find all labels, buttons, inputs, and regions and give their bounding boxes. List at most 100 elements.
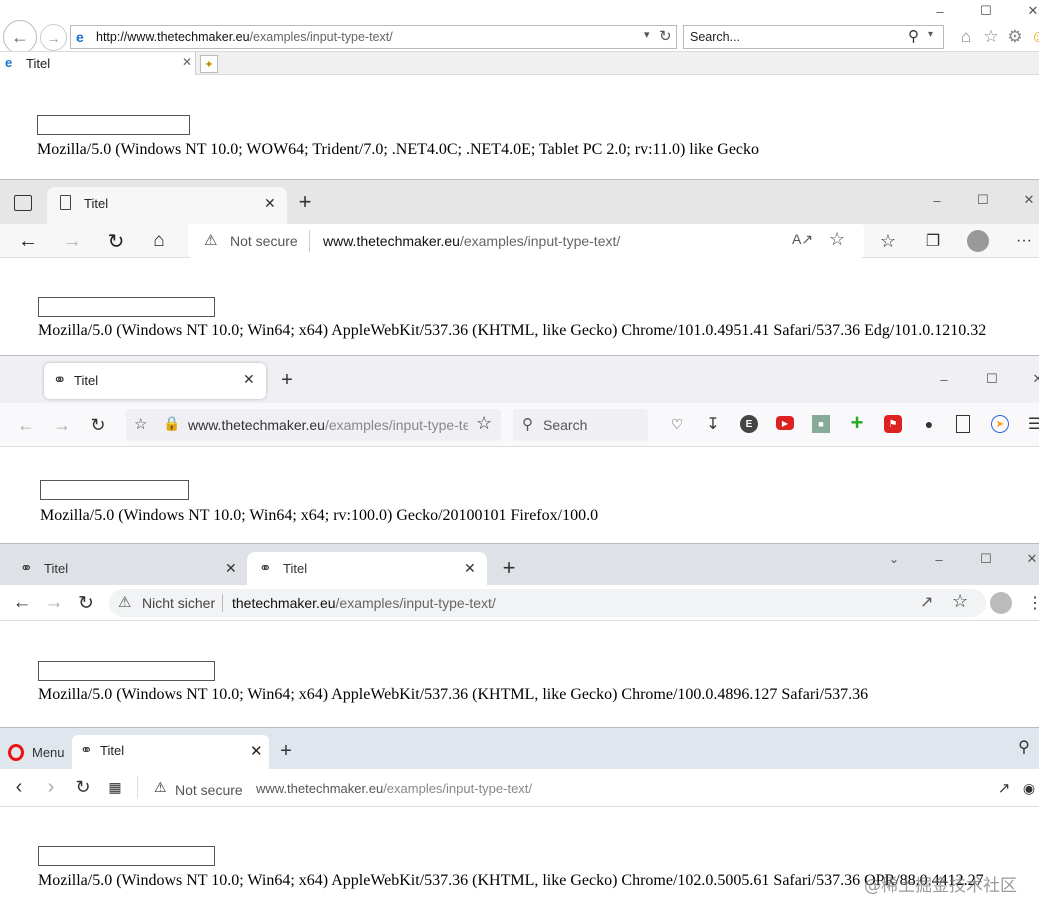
- profile-avatar-icon[interactable]: [967, 230, 989, 252]
- search-dropdown-icon[interactable]: ▾: [928, 29, 933, 40]
- more-menu-icon[interactable]: ···: [1012, 229, 1036, 253]
- bookmark-star-icon[interactable]: ☆: [476, 413, 492, 434]
- new-tab-icon[interactable]: ✦: [200, 55, 218, 73]
- text-input[interactable]: [38, 846, 215, 866]
- text-input[interactable]: [40, 480, 189, 500]
- close-icon[interactable]: ✕: [1028, 369, 1039, 389]
- close-icon[interactable]: ✕: [1023, 3, 1039, 19]
- share-icon[interactable]: ↗: [994, 778, 1014, 798]
- tab-titel[interactable]: Titel ✕: [47, 187, 287, 224]
- address-bar[interactable]: ⚠ Nicht sicher thetechmaker.eu/examples/…: [109, 589, 986, 617]
- search-box[interactable]: Search... ⚲ ▾: [683, 25, 944, 49]
- globe-icon: ⚭: [53, 372, 67, 389]
- tab-close-icon[interactable]: ✕: [182, 55, 192, 69]
- extension-shield-icon[interactable]: ⚑: [884, 415, 902, 433]
- toolbar: ‹ › ↻ ▦ ⚠ Not secure www.thetechmaker.eu…: [0, 769, 1039, 807]
- back-icon[interactable]: ←: [16, 229, 40, 253]
- maximize-icon[interactable]: ☐: [976, 549, 996, 569]
- forward-icon[interactable]: →: [50, 413, 74, 437]
- bookmark-star-icon[interactable]: ☆: [952, 591, 968, 612]
- downloads-icon[interactable]: ↧: [704, 415, 722, 433]
- forward-icon[interactable]: →: [42, 591, 66, 615]
- speed-dial-grid-icon[interactable]: ▦: [104, 776, 126, 798]
- close-icon[interactable]: ✕: [1022, 549, 1039, 569]
- back-icon[interactable]: ←: [10, 591, 34, 615]
- tab-close-icon[interactable]: ✕: [243, 371, 255, 388]
- tab-close-icon[interactable]: ✕: [250, 742, 263, 760]
- maximize-icon[interactable]: ☐: [973, 190, 993, 210]
- refresh-icon[interactable]: ↻: [86, 413, 110, 437]
- tab-actions-icon[interactable]: [14, 195, 32, 211]
- refresh-icon[interactable]: ↻: [659, 27, 672, 45]
- profile-avatar-icon[interactable]: [990, 592, 1012, 614]
- sidebar-icon[interactable]: [956, 415, 970, 433]
- tab-close-icon[interactable]: ✕: [464, 560, 476, 577]
- url-path: /examples/input-type-te: [324, 417, 468, 433]
- tab-titel[interactable]: ⚭ Titel ✕: [44, 363, 266, 399]
- tab-titel[interactable]: e Titel ✕: [0, 52, 196, 75]
- text-input[interactable]: [37, 115, 190, 135]
- minimize-icon[interactable]: –: [934, 369, 954, 389]
- maximize-icon[interactable]: ☐: [982, 369, 1002, 389]
- share-icon[interactable]: ↗: [920, 592, 933, 612]
- minimize-icon[interactable]: –: [930, 3, 950, 19]
- collections-icon[interactable]: ❐: [921, 229, 945, 253]
- back-icon[interactable]: ←: [3, 20, 37, 54]
- page-icon: [60, 195, 71, 210]
- new-tab-icon[interactable]: +: [293, 189, 317, 214]
- forward-icon[interactable]: →: [60, 229, 84, 253]
- gear-icon[interactable]: ⚙: [1005, 27, 1025, 47]
- home-icon[interactable]: ⌂: [956, 27, 976, 47]
- maximize-icon[interactable]: ☐: [976, 3, 996, 19]
- toolbar: ← → ↻ ☆ 🔒 www.thetechmaker.eu/examples/i…: [0, 403, 1039, 447]
- forward-icon[interactable]: ›: [40, 776, 62, 798]
- smiley-icon[interactable]: ☺: [1029, 27, 1039, 47]
- search-box[interactable]: ⚲ Search: [513, 409, 648, 441]
- url-text[interactable]: www.thetechmaker.eu/examples/input-type-…: [256, 781, 532, 796]
- tab-title: Titel: [283, 561, 308, 576]
- extension-plus-icon[interactable]: +: [847, 410, 867, 435]
- address-bar[interactable]: e http://www.thetechmaker.eu/examples/in…: [70, 25, 677, 49]
- close-icon[interactable]: ✕: [1019, 190, 1039, 210]
- refresh-icon[interactable]: ↻: [74, 591, 98, 615]
- tab-search-chevron-down-icon[interactable]: ⌄: [884, 549, 904, 569]
- text-input[interactable]: [38, 661, 215, 681]
- minimize-icon[interactable]: –: [929, 549, 949, 569]
- address-bar[interactable]: ⚠ Not secure www.thetechmaker.eu/example…: [188, 224, 864, 258]
- tab-titel-active[interactable]: ⚭ Titel ✕: [247, 552, 487, 585]
- address-bar[interactable]: ☆ 🔒 www.thetechmaker.eu/examples/input-t…: [126, 409, 501, 441]
- camera-icon[interactable]: ◉: [1019, 778, 1039, 798]
- home-icon[interactable]: ⌂: [147, 229, 171, 253]
- extension-compass-icon[interactable]: ➤: [991, 415, 1009, 433]
- tab-titel-inactive[interactable]: ⚭ Titel ✕: [8, 552, 248, 585]
- tab-titel[interactable]: ⚭ Titel ✕: [72, 735, 269, 769]
- refresh-icon[interactable]: ↻: [104, 229, 128, 253]
- read-aloud-icon[interactable]: A↗: [792, 231, 813, 248]
- add-favorite-icon[interactable]: ☆: [829, 229, 845, 250]
- refresh-icon[interactable]: ↻: [72, 776, 94, 798]
- text-input[interactable]: [38, 297, 215, 317]
- dropdown-icon[interactable]: ▾: [644, 28, 650, 41]
- hamburger-menu-icon[interactable]: ☰: [1026, 415, 1039, 433]
- tab-close-icon[interactable]: ✕: [264, 195, 276, 212]
- extension-video-icon[interactable]: ▶: [776, 416, 794, 430]
- search-icon[interactable]: ⚲: [908, 27, 919, 45]
- minimize-icon[interactable]: –: [927, 190, 947, 210]
- extension-circles-icon[interactable]: ●: [920, 415, 938, 433]
- menu-label: Menu: [32, 745, 65, 760]
- forward-icon[interactable]: →: [40, 24, 67, 51]
- tab-title: Titel: [26, 56, 51, 71]
- new-tab-icon[interactable]: +: [275, 368, 299, 392]
- new-tab-icon[interactable]: +: [275, 740, 297, 762]
- back-icon[interactable]: ←: [14, 413, 38, 437]
- favorites-star-icon[interactable]: ☆: [981, 27, 1001, 47]
- extension-green-box-icon[interactable]: ■: [812, 415, 830, 433]
- more-menu-icon[interactable]: ⋮: [1027, 591, 1039, 615]
- tab-close-icon[interactable]: ✕: [225, 560, 237, 577]
- extension-e-icon[interactable]: E: [740, 415, 758, 433]
- new-tab-icon[interactable]: +: [497, 555, 521, 580]
- back-icon[interactable]: ‹: [8, 776, 30, 798]
- pocket-icon[interactable]: ♡: [668, 415, 686, 433]
- search-icon[interactable]: ⚲: [1014, 737, 1034, 757]
- favorites-icon[interactable]: ☆: [876, 229, 900, 253]
